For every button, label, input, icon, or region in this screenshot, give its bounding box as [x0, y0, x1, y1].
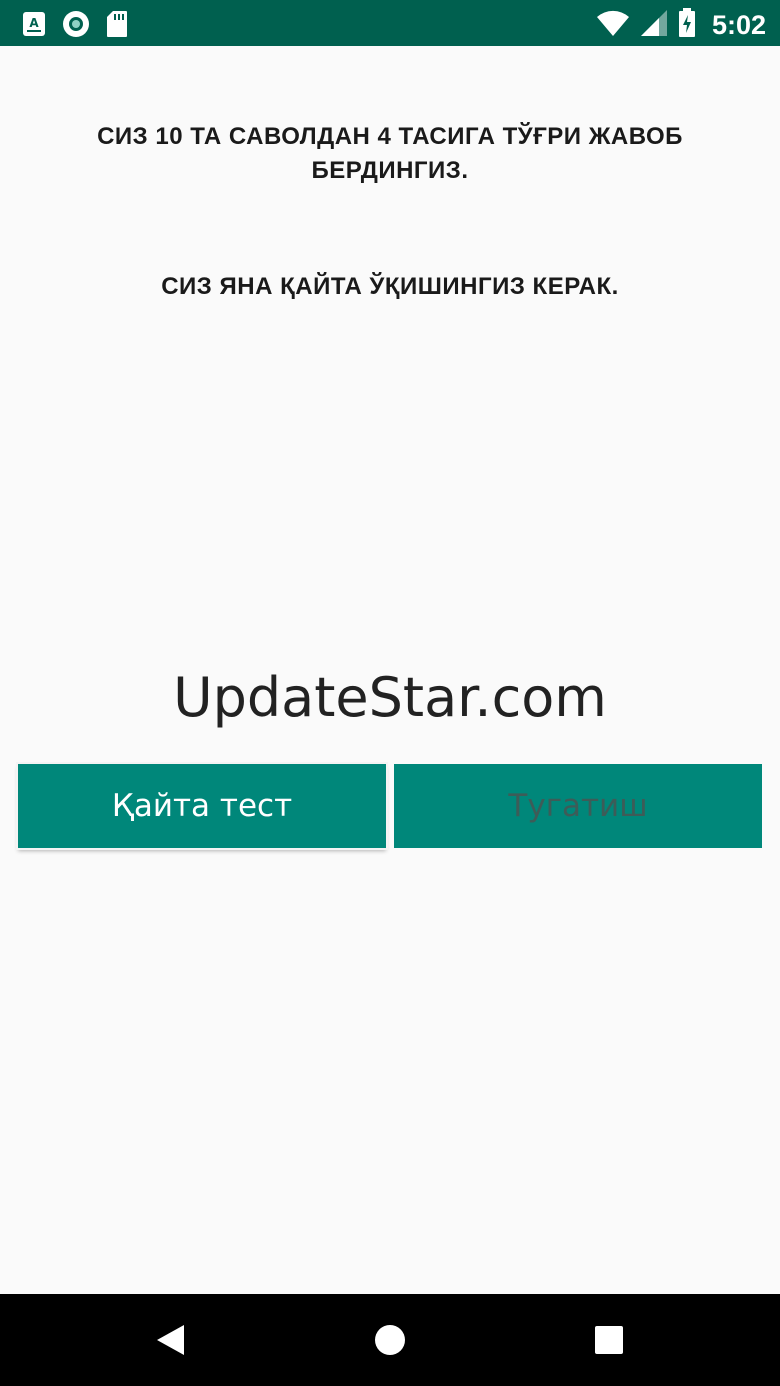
- notification-icons: A: [22, 10, 128, 42]
- back-icon[interactable]: [148, 1318, 192, 1362]
- finish-button[interactable]: Тугатиш: [394, 764, 762, 848]
- sd-card-icon: [106, 10, 128, 42]
- system-icons: 5:02: [596, 8, 766, 42]
- watermark: UpdateStar.com: [173, 666, 607, 729]
- wifi-icon: [596, 9, 630, 41]
- score-message: СИЗ 10 ТА САВОЛДАН 4 ТАСИГА ТЎҒРИ ЖАВОБ …: [97, 123, 683, 184]
- result-screen: СИЗ 10 ТА САВОЛДАН 4 ТАСИГА ТЎҒРИ ЖАВОБ …: [0, 46, 780, 1294]
- advice-message: СИЗ ЯНА ҚАЙТА ЎҚИШИНГИЗ КЕРАК.: [161, 273, 619, 300]
- home-icon[interactable]: [368, 1318, 412, 1362]
- battery-icon: [678, 8, 696, 42]
- navigation-bar: [0, 1294, 780, 1386]
- svg-text:A: A: [29, 16, 39, 30]
- recents-icon[interactable]: [587, 1318, 631, 1362]
- app-a-icon: A: [22, 11, 46, 41]
- cell-signal-icon: [640, 9, 668, 41]
- circle-app-icon: [62, 10, 90, 42]
- clock: 5:02: [711, 10, 766, 40]
- retry-test-button[interactable]: Қайта тест: [16, 762, 388, 850]
- status-bar: A 5:02: [0, 0, 780, 46]
